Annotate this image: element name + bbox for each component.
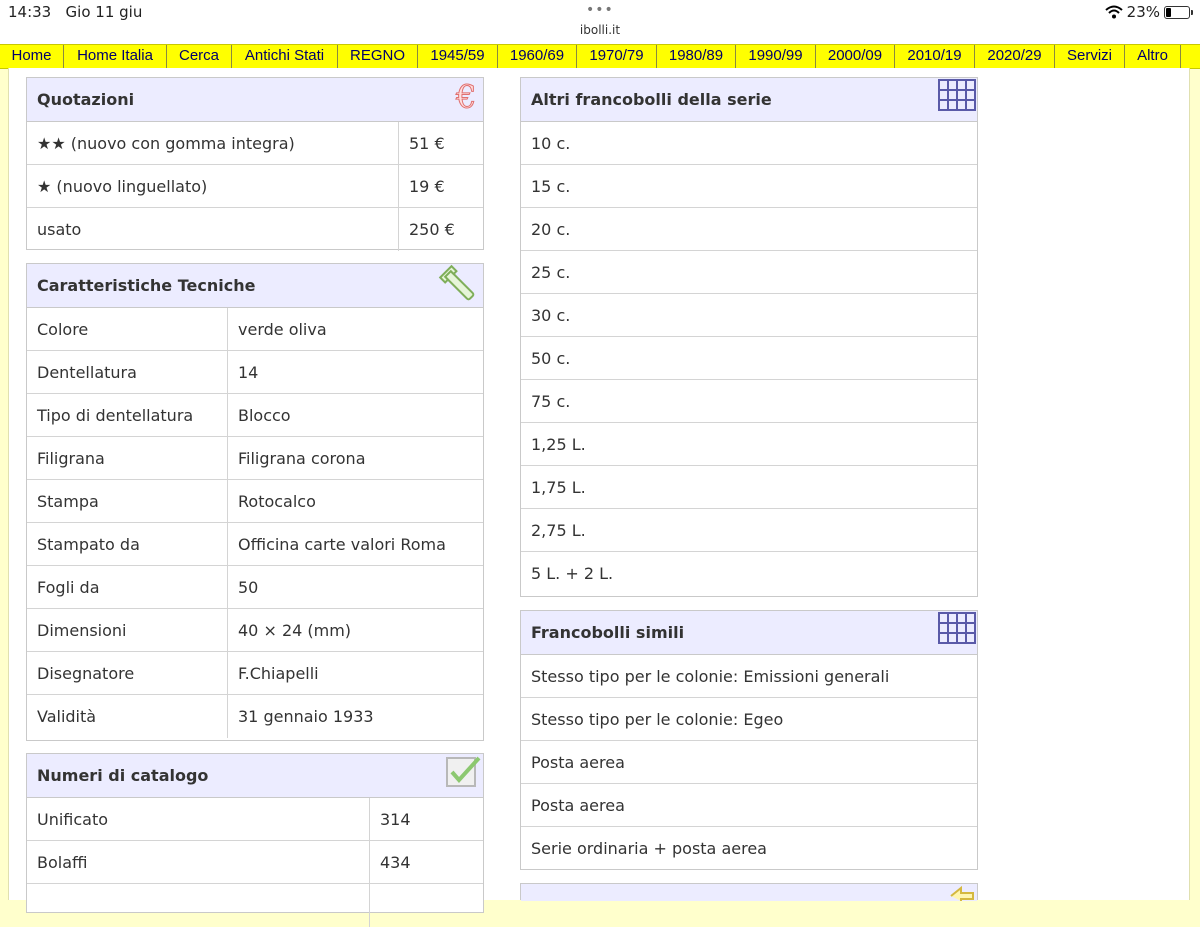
table-row-partial [27,884,483,927]
table-row: ★ (nuovo linguellato) 19 € [27,165,483,208]
nav-altro[interactable]: Altro [1125,45,1181,68]
nav-2020-29[interactable]: 2020/29 [975,45,1055,68]
table-row: Dentellatura 14 [27,351,483,394]
list-item[interactable]: Stesso tipo per le colonie: Egeo [521,698,977,741]
list-item[interactable]: 75 c. [521,380,977,423]
nav-1960-69[interactable]: 1960/69 [498,45,577,68]
list-item[interactable]: 30 c. [521,294,977,337]
next-box-partial [520,883,978,901]
nav-cerca[interactable]: Cerca [167,45,232,68]
quotazioni-title: Quotazioni [37,90,135,109]
table-row: ★★ (nuovo con gomma integra) 51 € [27,122,483,165]
status-time-date: 14:33 Gio 11 giu [8,3,143,21]
list-item[interactable]: 5 L. + 2 L. [521,552,977,595]
simili-header: Francobolli simili [521,611,977,655]
list-item[interactable]: 1,75 L. [521,466,977,509]
nav-home-italia[interactable]: Home Italia [64,45,167,68]
table-row: Tipo di dentellatura Blocco [27,394,483,437]
quotazioni-box: Quotazioni € ★★ (nuovo con gomma integra… [26,77,484,251]
catalogo-title: Numeri di catalogo [37,766,209,785]
catalogo-box: Numeri di catalogo Unificato 314 Bolaffi 4… [26,753,484,927]
nav-2000-09[interactable]: 2000/09 [816,45,895,68]
caratteristiche-header: Caratteristiche Tecniche [27,264,483,308]
arrow-left-icon [950,885,974,901]
serie-header: Altri francobolli della serie [521,78,977,122]
caratteristiche-box: Caratteristiche Tecniche Colore verde oli… [26,263,484,741]
caratteristiche-title: Caratteristiche Tecniche [37,276,256,295]
status-right: 23% [1104,3,1193,21]
multitask-dots[interactable]: ••• [586,2,614,18]
table-row: Disegnatore F.Chiapelli [27,652,483,695]
next-box-header [521,884,977,901]
status-bar: 14:33 Gio 11 giu ••• ibolli.it 23% [0,0,1200,44]
table-row: usato 250 € [27,208,483,251]
content-panel: Quotazioni € ★★ (nuovo con gomma integra… [8,68,1190,927]
serie-title: Altri francobolli della serie [531,90,772,109]
table-row: Stampato da Officina carte valori Roma [27,523,483,566]
list-item[interactable]: 10 c. [521,122,977,165]
table-row: Validità 31 gennaio 1933 [27,695,483,738]
nav-antichi-stati[interactable]: Antichi Stati [232,45,338,68]
list-item[interactable]: 15 c. [521,165,977,208]
grid-icon [938,612,976,644]
nav-1980-89[interactable]: 1980/89 [657,45,736,68]
nav-1945-59[interactable]: 1945/59 [418,45,498,68]
list-item[interactable]: 50 c. [521,337,977,380]
list-item[interactable]: Posta aerea [521,784,977,827]
nav-regno[interactable]: REGNO [338,45,418,68]
table-row: Bolaffi 434 [27,841,483,884]
simili-title: Francobolli simili [531,623,685,642]
simili-box: Francobolli simili Stesso tipo per le co… [520,610,978,870]
nav-1970-79[interactable]: 1970/79 [577,45,657,68]
battery-icon [1164,5,1193,19]
list-item[interactable]: Serie ordinaria + posta aerea [521,827,977,870]
table-row: Colore verde oliva [27,308,483,351]
nav-servizi[interactable]: Servizi [1055,45,1125,68]
euro-icon: € [455,78,477,114]
table-row: Dimensioni 40 × 24 (mm) [27,609,483,652]
wifi-icon [1104,5,1123,19]
nav-2010-19[interactable]: 2010/19 [895,45,975,68]
nav-1990-99[interactable]: 1990/99 [736,45,816,68]
svg-text:€: € [455,78,476,114]
list-item[interactable]: Stesso tipo per le colonie: Emissioni ge… [521,655,977,698]
serie-box: Altri francobolli della serie 10 c. 15 c… [520,77,978,597]
table-row: Filigrana Filigrana corona [27,437,483,480]
main-nav: Home Home Italia Cerca Antichi Stati REG… [0,44,1200,69]
table-row: Stampa Rotocalco [27,480,483,523]
quotazioni-header: Quotazioni € [27,78,483,122]
catalogo-header: Numeri di catalogo [27,754,483,798]
table-row: Fogli da 50 [27,566,483,609]
list-item[interactable]: Posta aerea [521,741,977,784]
list-item[interactable]: 20 c. [521,208,977,251]
list-item[interactable]: 25 c. [521,251,977,294]
table-row: Unificato 314 [27,798,483,841]
list-item[interactable]: 2,75 L. [521,509,977,552]
wrench-icon [438,264,475,301]
page-url[interactable]: ibolli.it [0,23,1200,37]
checkbox-icon [446,756,481,787]
battery-percent: 23% [1126,3,1160,21]
list-item[interactable]: 1,25 L. [521,423,977,466]
grid-icon [938,79,976,111]
nav-home[interactable]: Home [0,45,64,68]
